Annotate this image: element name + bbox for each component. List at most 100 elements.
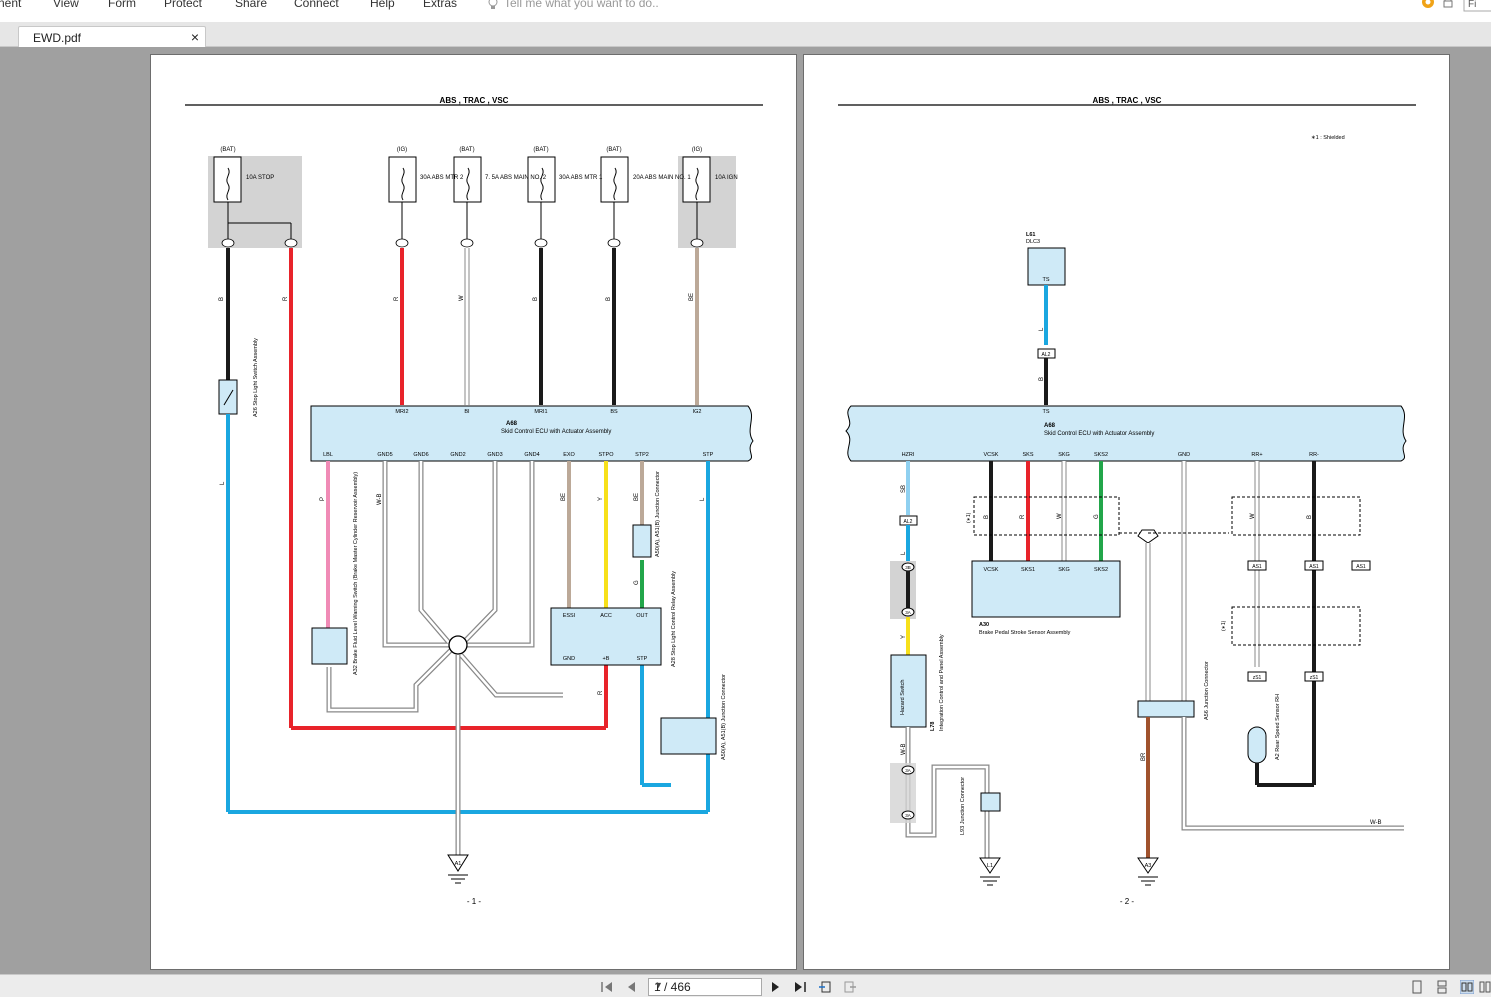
wire2-code-10: G: [1094, 514, 1100, 519]
fuse-label-4: (BAT): [533, 147, 548, 153]
ecu-pin-bi: BI: [464, 409, 470, 415]
wire-code-5: B: [533, 297, 539, 301]
page2-header: ABS , TRAC , VSC: [1093, 96, 1162, 105]
tab-bar: EWD.pdf ×: [0, 22, 1491, 47]
chevron-down-icon[interactable]: ▼: [654, 980, 757, 990]
lock-icon[interactable]: [1443, 0, 1453, 8]
connector-3b: 3B: [905, 565, 911, 570]
hazard-desc: Integration Control and Panel Assembly: [939, 634, 945, 731]
sensor-name: Brake Pedal Stroke Sensor Assembly: [979, 630, 1071, 636]
ecu-pin-stp2: STP2: [635, 452, 649, 458]
wire2-code-11: W: [1250, 513, 1256, 519]
fuse-label-1: (BAT): [220, 147, 235, 153]
lightbulb-icon: [488, 0, 498, 10]
wire-code-9: W-B: [377, 493, 383, 505]
dlc-pin: TS: [1042, 277, 1049, 283]
tell-me-search[interactable]: Tell me what you want to do..: [488, 0, 659, 10]
hazard-id: L78: [930, 722, 936, 731]
ecu-pin-ig2: IG2: [693, 409, 702, 415]
wire-code-4: W: [459, 295, 465, 301]
ecu2-pin-rr-plus: RR+: [1251, 452, 1262, 458]
sensor-pin-vcsk: VCSK: [984, 567, 999, 573]
wire2-code-3: SB: [901, 485, 907, 493]
relay-pin-gnd: GND: [563, 656, 575, 662]
ecu-pin-lbl: LBL: [323, 452, 333, 458]
connector-zs1-2: zS1: [1310, 675, 1319, 681]
previous-view-icon[interactable]: [818, 980, 832, 994]
wire-code-12: BE: [634, 493, 640, 501]
ecu-pin-gnd2: GND2: [450, 452, 465, 458]
ecu-pin-mri1: MRI1: [534, 409, 547, 415]
sensor-pin-skg: SKG: [1058, 567, 1070, 573]
wiring-diagram-2: ABS , TRAC , VSC ∗1 : Shielded L61 DLC3 …: [838, 96, 1416, 906]
junction-l93: L93 Junction Connector: [960, 777, 966, 835]
ecu2-pin-skg: SKG: [1058, 452, 1070, 458]
ecu-pin-bs: BS: [610, 409, 618, 415]
previous-page-icon[interactable]: [625, 980, 639, 994]
ecu-pin-stp: STP: [703, 452, 714, 458]
wire-code-11: Y: [598, 497, 604, 501]
wire2-code-13: BR: [1141, 752, 1147, 761]
fuse-label-3: (BAT): [459, 147, 474, 153]
wiring-diagram-1: ABS , TRAC , VSC (BAT) (IG) (BAT) (BAT) …: [185, 96, 763, 906]
connector-al2-1: AL2: [1042, 352, 1051, 358]
wire-code-1: B: [219, 297, 225, 301]
menu-bar: nent View Form Protect Share Connect Hel…: [0, 0, 1491, 23]
hazard-switch: Hazard Switch: [900, 680, 906, 715]
menu-item-protect[interactable]: Protect: [164, 0, 202, 10]
component-a50-lower: A50(A), A51(B) Junction Connector: [721, 674, 727, 760]
menu-item-help[interactable]: Help: [370, 0, 395, 10]
single-page-view-icon[interactable]: [1410, 980, 1424, 994]
menu-item-view[interactable]: View: [53, 0, 79, 10]
ecu2-name: Skid Control ECU with Actuator Assembly: [1044, 431, 1154, 437]
notification-bell-icon[interactable]: [1422, 0, 1434, 8]
shielded-note: ∗1 : Shielded: [1311, 135, 1345, 141]
ecu2-pin-vcsk: VCSK: [984, 452, 999, 458]
menu-item-comment[interactable]: nent: [0, 0, 21, 10]
fuse-name-abs-mtr1: 30A ABS MTR 1: [559, 175, 603, 181]
ecu-name: Skid Control ECU with Actuator Assembly: [501, 429, 611, 435]
connector-zs1-1: zS1: [1253, 675, 1262, 681]
fuse-name-stop: 10A STOP: [246, 175, 274, 181]
connector-as1-3: AS1: [1356, 564, 1366, 570]
relay-pin-out: OUT: [636, 613, 648, 619]
menu-item-share[interactable]: Share: [235, 0, 267, 10]
page1-footer: - 1 -: [467, 897, 482, 906]
fuse-label-6: (IG): [692, 147, 702, 153]
menu-item-extras[interactable]: Extras: [423, 0, 457, 10]
tab-ewd-pdf[interactable]: EWD.pdf ×: [18, 26, 206, 47]
wire-code-15: L: [220, 481, 226, 485]
fuse-label-5: (BAT): [606, 147, 621, 153]
wire2-code-8: R: [1020, 514, 1026, 519]
menu-item-form[interactable]: Form: [108, 0, 136, 10]
first-page-icon[interactable]: [600, 980, 614, 994]
last-page-icon[interactable]: [793, 980, 807, 994]
fuse-name-abs-mtr2: 30A ABS MTR 2: [420, 175, 464, 181]
connector-as1-2: AS1: [1309, 564, 1319, 570]
menu-item-connect[interactable]: Connect: [294, 0, 339, 10]
shield-tag-2: (∗1): [1221, 620, 1227, 631]
cover-view-icon[interactable]: [1478, 980, 1491, 994]
wire-code-16: R: [598, 690, 604, 695]
facing-view-icon[interactable]: [1460, 980, 1474, 994]
wire2-code-6: W-B: [901, 743, 907, 755]
connector-3a-1: 3A: [905, 610, 911, 615]
ecu-pin-gnd5: GND5: [377, 452, 392, 458]
next-view-icon[interactable]: [843, 980, 857, 994]
component-a28: A28 Stop Light Control Relay Assembly: [671, 571, 677, 667]
sensor-pin-sks1: SKS1: [1021, 567, 1035, 573]
connector-al2-2: AL2: [904, 519, 913, 525]
continuous-view-icon[interactable]: [1435, 980, 1449, 994]
ground-splice: [448, 635, 468, 655]
close-tab-icon[interactable]: ×: [191, 29, 199, 45]
wire2-code-5: Y: [901, 635, 907, 639]
next-page-icon[interactable]: [768, 980, 782, 994]
relay-pin-essi: ESSI: [563, 613, 576, 619]
ecu2-pin-hzri: HZRI: [902, 452, 915, 458]
connector-3a-2: 3A: [905, 768, 911, 773]
dlc-name: DLC3: [1026, 239, 1040, 245]
wire-code-7: BE: [689, 293, 695, 301]
ground-a3: A3: [1145, 863, 1152, 869]
page-number-input[interactable]: 1 / 466 ▼: [648, 978, 762, 996]
ground-l1: L1: [987, 863, 993, 869]
